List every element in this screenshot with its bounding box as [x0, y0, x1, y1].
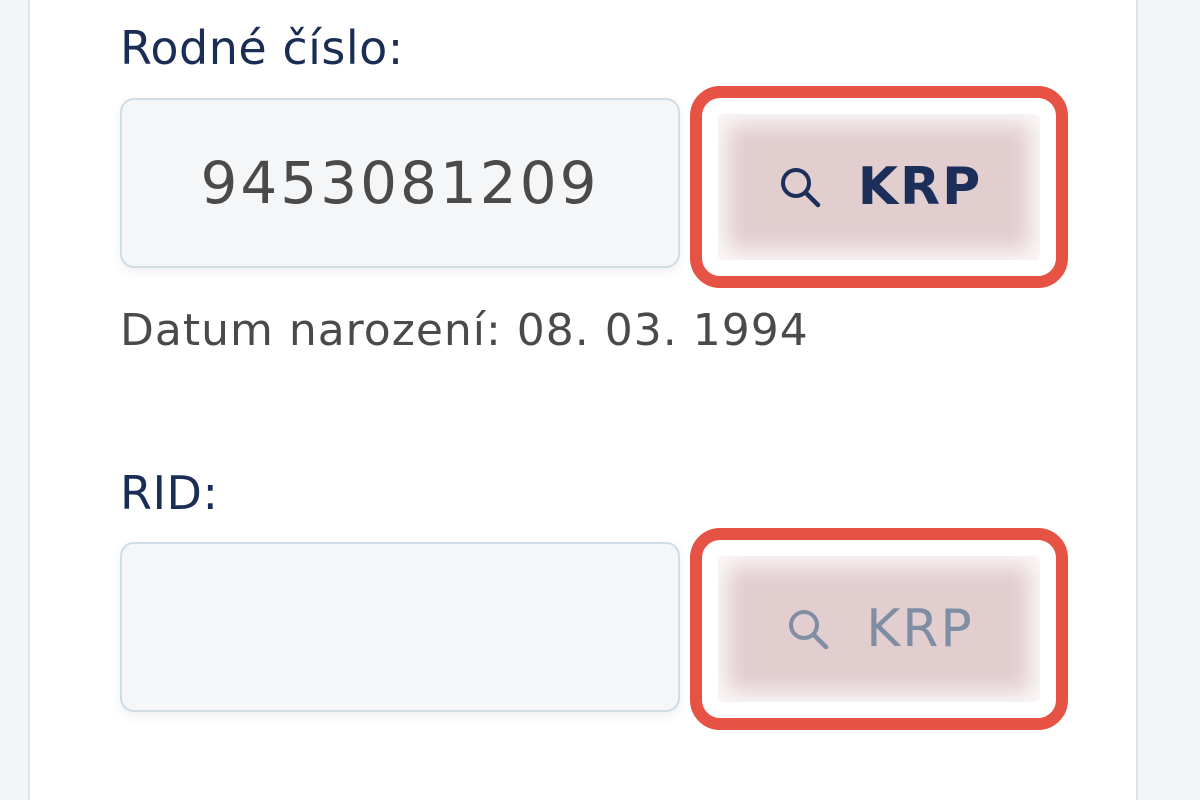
form-panel: Rodné číslo: 9453081209 KRP Datum naroze…: [0, 0, 1200, 800]
rid-label: RID:: [120, 466, 219, 520]
rodne-cislo-label: Rodné číslo:: [120, 21, 404, 75]
krp-button-label: KRP: [857, 157, 983, 217]
search-icon: [789, 610, 829, 650]
birth-date-text: Datum narození: 08. 03. 1994: [120, 305, 809, 356]
right-scroll-gutter: [1136, 0, 1200, 800]
left-panel-edge: [0, 0, 30, 800]
rodne-cislo-input[interactable]: 9453081209: [120, 98, 680, 268]
krp-button-label: KRP: [866, 599, 974, 659]
rid-krp-lookup-button[interactable]: KRP: [718, 556, 1040, 702]
rid-input[interactable]: [120, 542, 680, 712]
rodne-cislo-krp-lookup-button[interactable]: KRP: [718, 114, 1040, 260]
search-icon: [780, 168, 821, 208]
rodne-cislo-value: 9453081209: [200, 149, 600, 217]
